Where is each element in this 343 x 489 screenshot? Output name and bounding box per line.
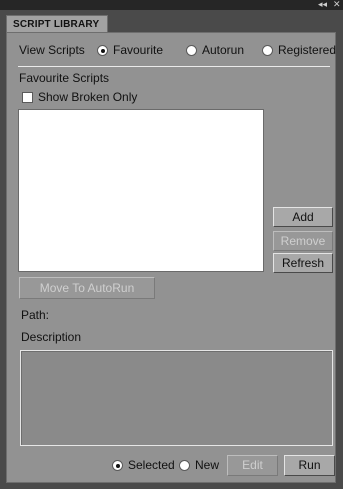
refresh-button[interactable]: Refresh bbox=[273, 253, 333, 273]
collapse-icon[interactable]: ◂◂ bbox=[318, 0, 327, 9]
description-label: Description bbox=[21, 330, 82, 344]
show-broken-only-label[interactable]: Show Broken Only bbox=[38, 90, 137, 104]
favourite-scripts-title: Favourite Scripts bbox=[19, 71, 110, 85]
selected-radio[interactable] bbox=[112, 460, 123, 471]
remove-button[interactable]: Remove bbox=[273, 231, 333, 251]
new-radio-label[interactable]: New bbox=[195, 458, 219, 472]
registered-radio[interactable] bbox=[262, 45, 273, 56]
favourite-scripts-list[interactable] bbox=[18, 109, 264, 272]
tab-script-library[interactable]: SCRIPT LIBRARY bbox=[6, 15, 108, 33]
view-scripts-label: View Scripts bbox=[19, 43, 85, 57]
move-to-autorun-button[interactable]: Move To AutoRun bbox=[19, 277, 155, 299]
separator bbox=[18, 66, 330, 67]
registered-radio-label[interactable]: Registered bbox=[278, 43, 336, 57]
close-icon[interactable]: ✕ bbox=[333, 0, 341, 9]
show-broken-only-checkbox[interactable] bbox=[22, 92, 33, 103]
top-strip: ◂◂ ✕ bbox=[0, 0, 343, 10]
favourite-radio[interactable] bbox=[97, 45, 108, 56]
description-box bbox=[20, 350, 333, 446]
add-button[interactable]: Add bbox=[273, 207, 333, 227]
autorun-radio[interactable] bbox=[186, 45, 197, 56]
selected-radio-label[interactable]: Selected bbox=[128, 458, 175, 472]
new-radio[interactable] bbox=[179, 460, 190, 471]
path-label: Path: bbox=[21, 308, 50, 322]
favourite-radio-label[interactable]: Favourite bbox=[113, 43, 163, 57]
edit-button[interactable]: Edit bbox=[227, 455, 278, 476]
autorun-radio-label[interactable]: Autorun bbox=[202, 43, 244, 57]
run-button[interactable]: Run bbox=[284, 455, 335, 476]
